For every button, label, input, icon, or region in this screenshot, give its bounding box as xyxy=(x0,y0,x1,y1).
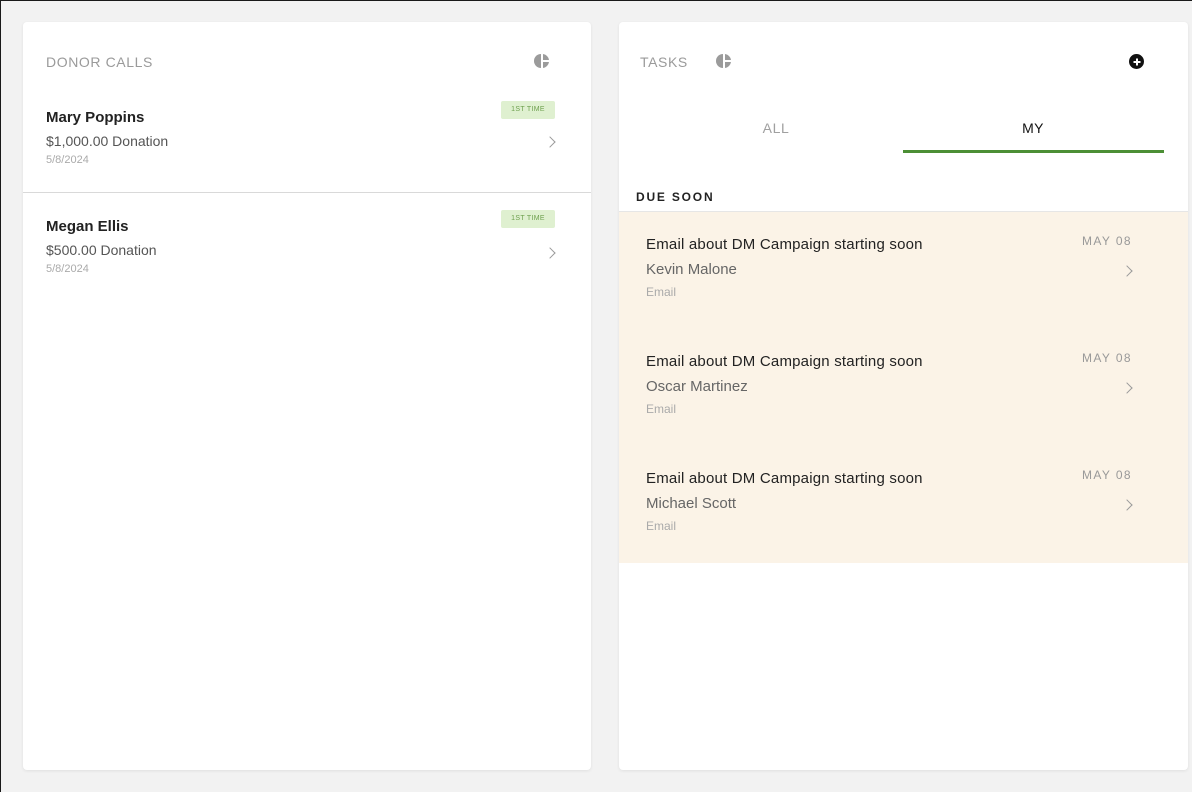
donor-date: 5/8/2024 xyxy=(46,154,89,166)
task-due-date: MAY 08 xyxy=(1082,468,1132,482)
task-title: Email about DM Campaign starting soon xyxy=(646,470,923,487)
due-soon-header: DUE SOON xyxy=(636,190,715,204)
donor-amount: $500.00 Donation xyxy=(46,242,157,258)
pie-chart-icon[interactable] xyxy=(716,53,732,69)
task-type: Email xyxy=(646,519,677,533)
task-title: Email about DM Campaign starting soon xyxy=(646,236,923,253)
chevron-right-icon[interactable] xyxy=(544,247,556,259)
task-item[interactable]: Email about DM Campaign starting soon Ke… xyxy=(619,212,1188,329)
task-type: Email xyxy=(646,402,677,416)
donor-name: Mary Poppins xyxy=(46,109,145,126)
tasks-title: TASKS xyxy=(640,54,688,70)
task-item[interactable]: Email about DM Campaign starting soon Mi… xyxy=(619,446,1188,563)
task-person: Kevin Malone xyxy=(646,261,737,278)
donor-name: Megan Ellis xyxy=(46,218,129,235)
chevron-right-icon[interactable] xyxy=(1121,382,1133,394)
tasks-card: TASKS ALL MY DUE SOON Email about DM Cam… xyxy=(619,22,1188,770)
donor-calls-card: DONOR CALLS Mary Poppins $1,000.00 Donat… xyxy=(23,22,591,770)
task-item[interactable]: Email about DM Campaign starting soon Os… xyxy=(619,329,1188,446)
donor-call-item[interactable]: Mary Poppins $1,000.00 Donation 5/8/2024… xyxy=(23,92,591,193)
task-title: Email about DM Campaign starting soon xyxy=(646,353,923,370)
add-task-icon[interactable] xyxy=(1129,54,1144,69)
first-time-badge: 1ST TIME xyxy=(501,210,555,228)
active-tab-indicator xyxy=(903,150,1164,153)
task-due-date: MAY 08 xyxy=(1082,234,1132,248)
donor-calls-title: DONOR CALLS xyxy=(46,54,153,70)
first-time-badge: 1ST TIME xyxy=(501,101,555,119)
pie-chart-icon[interactable] xyxy=(534,53,550,69)
task-person: Oscar Martinez xyxy=(646,378,748,395)
donor-call-item[interactable]: Megan Ellis $500.00 Donation 5/8/2024 1S… xyxy=(23,194,591,294)
chevron-right-icon[interactable] xyxy=(1121,499,1133,511)
chevron-right-icon[interactable] xyxy=(544,136,556,148)
chevron-right-icon[interactable] xyxy=(1121,265,1133,277)
tab-all[interactable]: ALL xyxy=(646,120,906,156)
donor-date: 5/8/2024 xyxy=(46,263,89,275)
task-person: Michael Scott xyxy=(646,495,737,512)
task-type: Email xyxy=(646,285,677,299)
task-due-date: MAY 08 xyxy=(1082,351,1132,365)
donor-amount: $1,000.00 Donation xyxy=(46,133,169,149)
